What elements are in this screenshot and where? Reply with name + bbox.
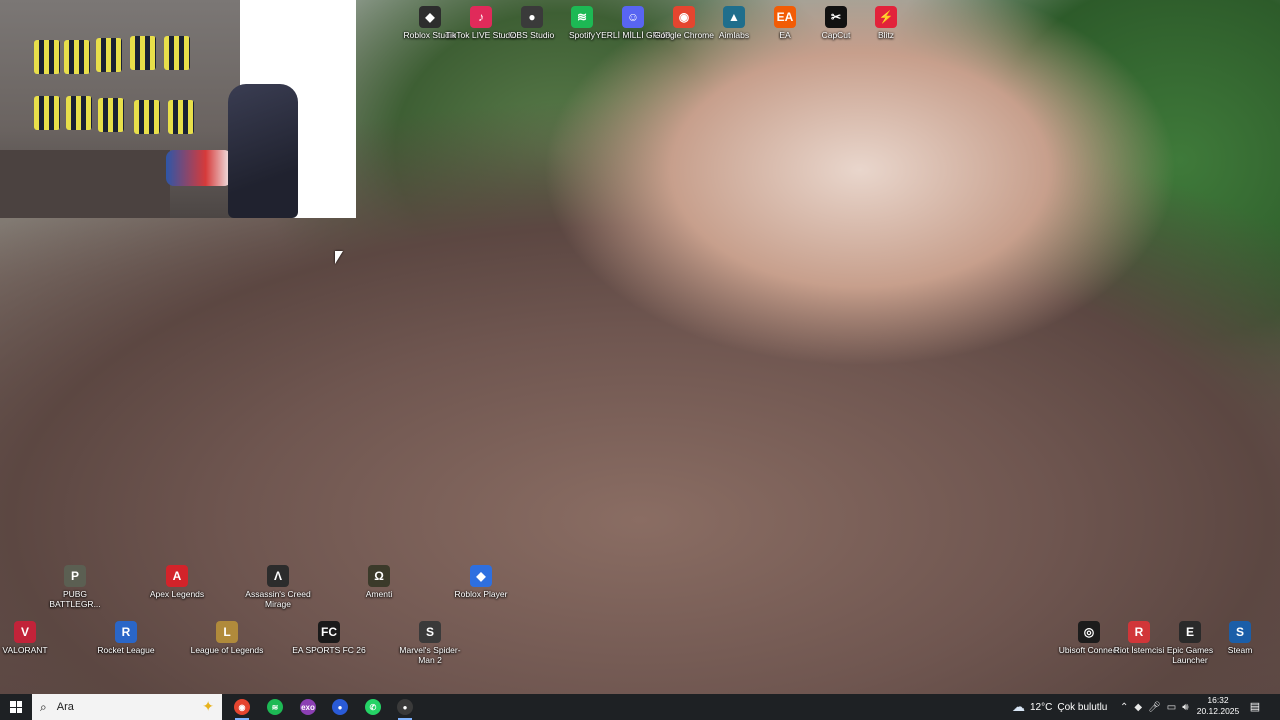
- desktop-wallpaper: ◆ Roblox Studio ♪ TikTok LIVE Studio ● OBS St…: [0, 0, 1280, 694]
- jersey-image: [34, 96, 60, 130]
- ea-sports-fc-icon: FC: [318, 621, 340, 643]
- desktop-shortcut-label: League of Legends: [190, 645, 264, 655]
- desktop-shortcut-label: EA SPORTS FC 26: [292, 645, 366, 655]
- clock-date: 20.12.2025: [1196, 706, 1240, 716]
- desktop-shortcut[interactable]: Ω Amenti: [341, 565, 417, 599]
- league-of-legends-icon: L: [216, 621, 238, 643]
- taskbar-app-button[interactable]: ●: [394, 697, 416, 720]
- taskbar-app-button[interactable]: ◉: [231, 697, 253, 720]
- desktop-shortcut[interactable]: V VALORANT: [0, 621, 63, 655]
- jersey-image: [66, 96, 92, 130]
- epic-games-icon: E: [1179, 621, 1201, 643]
- desktop-shortcut[interactable]: ◆ Roblox Player: [443, 565, 519, 599]
- steam-icon: S: [1229, 621, 1251, 643]
- network-app-icon[interactable]: ◆: [1134, 702, 1142, 713]
- pubg-icon: P: [64, 565, 86, 587]
- chevron-up-icon[interactable]: ⌃: [1120, 702, 1128, 713]
- jersey-image: [64, 40, 90, 74]
- weather-widget[interactable]: ☁ 12°C Çok bulutlu: [1012, 694, 1107, 720]
- mouse-cursor-icon: [335, 251, 343, 264]
- jersey-image: [34, 40, 60, 74]
- volume-icon[interactable]: 🔊︎: [1182, 702, 1188, 713]
- notification-icon[interactable]: ▤: [1248, 700, 1262, 714]
- jersey-image: [130, 36, 156, 70]
- taskbar-steam-icon: ●: [332, 699, 348, 715]
- weather-description: Çok bulutlu: [1057, 701, 1108, 713]
- jersey-image: [164, 36, 190, 70]
- clothes-image: [166, 150, 232, 186]
- wifi-icon[interactable]: ▭: [1167, 702, 1176, 713]
- desktop-shortcut-label: Assassin's Creed Mirage: [245, 589, 311, 609]
- clock-time: 16:32: [1207, 695, 1229, 705]
- taskbar-chrome-icon: ◉: [234, 699, 250, 715]
- desktop-shortcut-label: Rocket League: [97, 645, 155, 655]
- desktop-shortcut-label: PUBG BATTLEGR...: [49, 589, 101, 609]
- roblox-studio-icon: ◆: [419, 6, 441, 28]
- desktop-shortcut-label: Marvel's Spider-Man 2: [399, 645, 461, 665]
- search-icon: ⌕: [40, 699, 47, 714]
- webcam-room-image: [0, 0, 240, 218]
- desktop-shortcut[interactable]: R Rocket League: [88, 621, 164, 655]
- desktop-shortcut[interactable]: S Marvel's Spider-Man 2: [392, 621, 468, 665]
- taskbar-spotify-icon: ≋: [267, 699, 283, 715]
- blitz-icon: ⚡: [875, 6, 897, 28]
- webcam-overlay: [0, 0, 356, 218]
- jersey-image: [96, 38, 122, 72]
- system-tray: ⌃ ◆ 🎤︎ ▭ 🔊︎: [1120, 694, 1189, 720]
- ubisoft-connect-icon: ◎: [1078, 621, 1100, 643]
- apex-legends-icon: A: [166, 565, 188, 587]
- aimlabs-icon: ▲: [723, 6, 745, 28]
- spotify-icon: ≋: [571, 6, 593, 28]
- ea-icon: EA: [774, 6, 796, 28]
- desktop-shortcut[interactable]: P PUBG BATTLEGR...: [37, 565, 113, 609]
- valorant-icon: V: [14, 621, 36, 643]
- taskbar-app-button[interactable]: ✆: [362, 697, 384, 717]
- rocket-league-icon: R: [115, 621, 137, 643]
- chair-image: [228, 84, 298, 218]
- chrome-icon: ◉: [673, 6, 695, 28]
- jersey-image: [168, 100, 194, 134]
- weather-temperature: 12°C: [1030, 701, 1053, 713]
- desktop-shortcut-label: Roblox Player: [454, 589, 508, 599]
- windows-logo-icon: [10, 701, 22, 713]
- bed-image: [0, 150, 170, 218]
- taskbar-obs-icon: ●: [397, 699, 413, 715]
- riot-client-icon: R: [1128, 621, 1150, 643]
- taskbar-search-box[interactable]: ⌕ Ara ✦: [32, 694, 222, 720]
- cloud-icon: ☁: [1012, 699, 1025, 714]
- microphone-icon[interactable]: 🎤︎: [1148, 702, 1161, 713]
- taskbar-app-button[interactable]: ●: [329, 697, 351, 717]
- taskbar-exo-icon: exo: [300, 699, 316, 715]
- sparkle-icon[interactable]: ✦: [202, 698, 214, 715]
- tiktok-live-studio-icon: ♪: [470, 6, 492, 28]
- desktop-shortcut-label: VALORANT: [2, 645, 48, 655]
- marvels-spiderman-icon: S: [419, 621, 441, 643]
- desktop-shortcut[interactable]: S Steam: [1202, 621, 1278, 655]
- obs-studio-icon: ●: [521, 6, 543, 28]
- desktop-shortcut[interactable]: A Apex Legends: [139, 565, 215, 599]
- desktop-shortcut-label: Apex Legends: [149, 589, 205, 599]
- start-button[interactable]: [0, 694, 32, 720]
- jersey-image: [134, 100, 160, 134]
- amenti-icon: Ω: [368, 565, 390, 587]
- capcut-icon: ✂: [825, 6, 847, 28]
- taskbar: ⌕ Ara ✦ ◉ ≋ exo ● ✆ ● ☁ 12°C Çok bulutlu ⌃ ◆ …: [0, 694, 1280, 720]
- taskbar-app-button[interactable]: exo: [297, 697, 319, 717]
- taskbar-whatsapp-icon: ✆: [365, 699, 381, 715]
- desktop-shortcut-label: Blitz: [877, 30, 895, 40]
- taskbar-clock[interactable]: 16:32 20.12.2025: [1196, 695, 1240, 717]
- search-placeholder: Ara: [56, 701, 74, 713]
- desktop-shortcut-label: Amenti: [365, 589, 393, 599]
- discord-icon: ☺: [622, 6, 644, 28]
- jersey-image: [98, 98, 124, 132]
- assassins-creed-icon: Λ: [267, 565, 289, 587]
- roblox-player-icon: ◆: [470, 565, 492, 587]
- desktop-shortcut[interactable]: ⚡ Blitz: [848, 6, 924, 40]
- desktop-shortcut[interactable]: L League of Legends: [189, 621, 265, 655]
- desktop-shortcut[interactable]: Λ Assassin's Creed Mirage: [240, 565, 316, 609]
- desktop-shortcut-label: Steam: [1227, 645, 1253, 655]
- desktop-shortcut[interactable]: FC EA SPORTS FC 26: [291, 621, 367, 655]
- taskbar-app-button[interactable]: ≋: [264, 697, 286, 717]
